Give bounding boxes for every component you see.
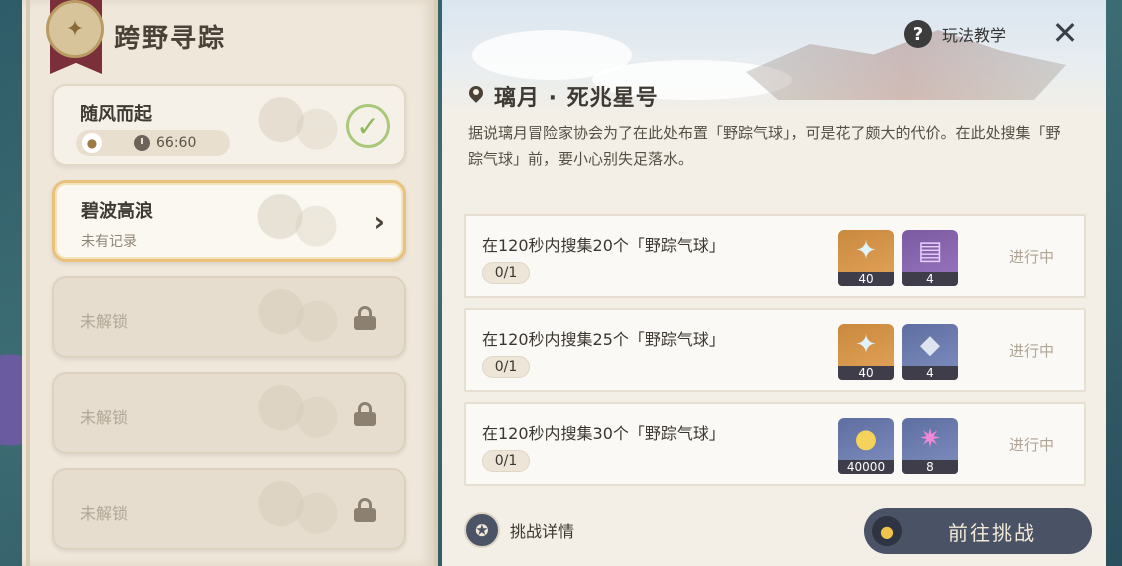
medal-icon: ✪ bbox=[464, 512, 500, 548]
reward-count: 4 bbox=[902, 366, 958, 380]
question-icon: ? bbox=[904, 20, 932, 48]
locked-label: 未解锁 bbox=[80, 312, 129, 331]
reward-item[interactable]: ◆ 4 bbox=[902, 324, 958, 380]
challenge-card-locked[interactable]: 未解锁 bbox=[52, 468, 406, 550]
location-description: 据说璃月冒险家协会为了在此处布置「野踪气球」，可是花了颇大的代价。在此处搜集「野… bbox=[468, 124, 1061, 168]
primogem-icon: ✦ bbox=[855, 236, 877, 266]
location-name: 璃月 · 死兆星号 bbox=[494, 86, 659, 111]
lock-icon bbox=[354, 402, 376, 426]
task-title: 在120秒内搜集25个「野踪气球」 bbox=[482, 330, 725, 349]
crystal-icon: ✷ bbox=[919, 424, 941, 454]
challenge-card-locked[interactable]: 未解锁 bbox=[52, 276, 406, 358]
location-pin-icon: ● bbox=[872, 516, 902, 546]
reward-item[interactable]: ▤ 4 bbox=[902, 230, 958, 286]
challenge-record: 未有记录 bbox=[81, 234, 137, 250]
reward-count: 8 bbox=[902, 460, 958, 474]
task-progress: 0/1 bbox=[482, 262, 530, 284]
reward-count: 4 bbox=[902, 272, 958, 286]
mora-coin-icon: ● bbox=[854, 424, 878, 454]
balloon-decoration bbox=[253, 191, 343, 255]
location-pin-icon bbox=[468, 86, 484, 106]
panel-title: 跨野寻踪 bbox=[114, 24, 227, 54]
task-row: 在120秒内搜集20个「野踪气球」 0/1 ✦ 40 ▤ 4 进行中 bbox=[464, 214, 1086, 298]
reward-item[interactable]: ✦ 40 bbox=[838, 324, 894, 380]
reward-item[interactable]: ✷ 8 bbox=[902, 418, 958, 474]
compass-emblem-icon: ✦ bbox=[46, 0, 104, 58]
purple-book-icon: ▤ bbox=[917, 236, 943, 266]
go-to-challenge-button[interactable]: ● 前往挑战 bbox=[864, 508, 1092, 554]
challenge-card-locked[interactable]: 未解锁 bbox=[52, 372, 406, 454]
task-row: 在120秒内搜集25个「野踪气球」 0/1 ✦ 40 ◆ 4 进行中 bbox=[464, 308, 1086, 392]
task-row: 在120秒内搜集30个「野踪气球」 0/1 ● 40000 ✷ 8 进行中 bbox=[464, 402, 1086, 486]
locked-label: 未解锁 bbox=[80, 504, 129, 523]
task-status: 进行中 bbox=[1008, 436, 1054, 454]
challenge-card-completed[interactable]: 随风而起 ● 66:60 ✓ bbox=[52, 84, 406, 166]
person-icon: ● bbox=[82, 133, 102, 153]
task-status: 进行中 bbox=[1008, 248, 1054, 266]
lock-icon bbox=[354, 306, 376, 330]
challenge-list-panel: ✦ 跨野寻踪 随风而起 ● 66:60 ✓ 碧波高浪 未有记录 › 未解锁 未解… bbox=[22, 0, 438, 566]
balloon-decoration bbox=[254, 286, 344, 350]
chevron-right-icon: › bbox=[373, 205, 385, 238]
task-title: 在120秒内搜集30个「野踪气球」 bbox=[482, 424, 725, 443]
best-time: 66:60 bbox=[156, 135, 197, 151]
check-icon: ✓ bbox=[346, 104, 390, 148]
tutorial-button[interactable]: ? 玩法教学 bbox=[904, 20, 1006, 48]
balloon-decoration bbox=[254, 382, 344, 446]
primogem-icon: ✦ bbox=[855, 330, 877, 360]
challenge-title: 碧波高浪 bbox=[81, 201, 153, 222]
ore-icon: ◆ bbox=[920, 330, 940, 360]
record-stats: ● 66:60 bbox=[76, 130, 230, 156]
challenge-detail-panel: ? 玩法教学 ✕ 璃月 · 死兆星号 据说璃月冒险家协会为了在此处布置「野踪气球… bbox=[442, 0, 1106, 566]
clock-icon bbox=[134, 135, 150, 151]
close-button[interactable]: ✕ bbox=[1050, 17, 1080, 49]
lock-icon bbox=[354, 498, 376, 522]
location-heading: 璃月 · 死兆星号 bbox=[468, 80, 659, 112]
go-to-challenge-label: 前往挑战 bbox=[948, 520, 1036, 545]
balloon-decoration bbox=[254, 94, 344, 158]
reward-count: 40000 bbox=[838, 460, 894, 474]
task-title: 在120秒内搜集20个「野踪气球」 bbox=[482, 236, 725, 255]
locked-label: 未解锁 bbox=[80, 408, 129, 427]
balloon-decoration bbox=[254, 478, 344, 542]
reward-count: 40 bbox=[838, 366, 894, 380]
reward-item[interactable]: ✦ 40 bbox=[838, 230, 894, 286]
reward-item[interactable]: ● 40000 bbox=[838, 418, 894, 474]
challenge-title: 随风而起 bbox=[80, 104, 152, 125]
challenge-details-button[interactable]: ✪ 挑战详情 bbox=[464, 512, 574, 548]
task-progress: 0/1 bbox=[482, 450, 530, 472]
challenge-card-selected[interactable]: 碧波高浪 未有记录 › bbox=[52, 180, 406, 262]
task-progress: 0/1 bbox=[482, 356, 530, 378]
tutorial-label: 玩法教学 bbox=[942, 26, 1007, 45]
challenge-details-label: 挑战详情 bbox=[510, 522, 575, 541]
reward-count: 40 bbox=[838, 272, 894, 286]
task-status: 进行中 bbox=[1008, 342, 1054, 360]
